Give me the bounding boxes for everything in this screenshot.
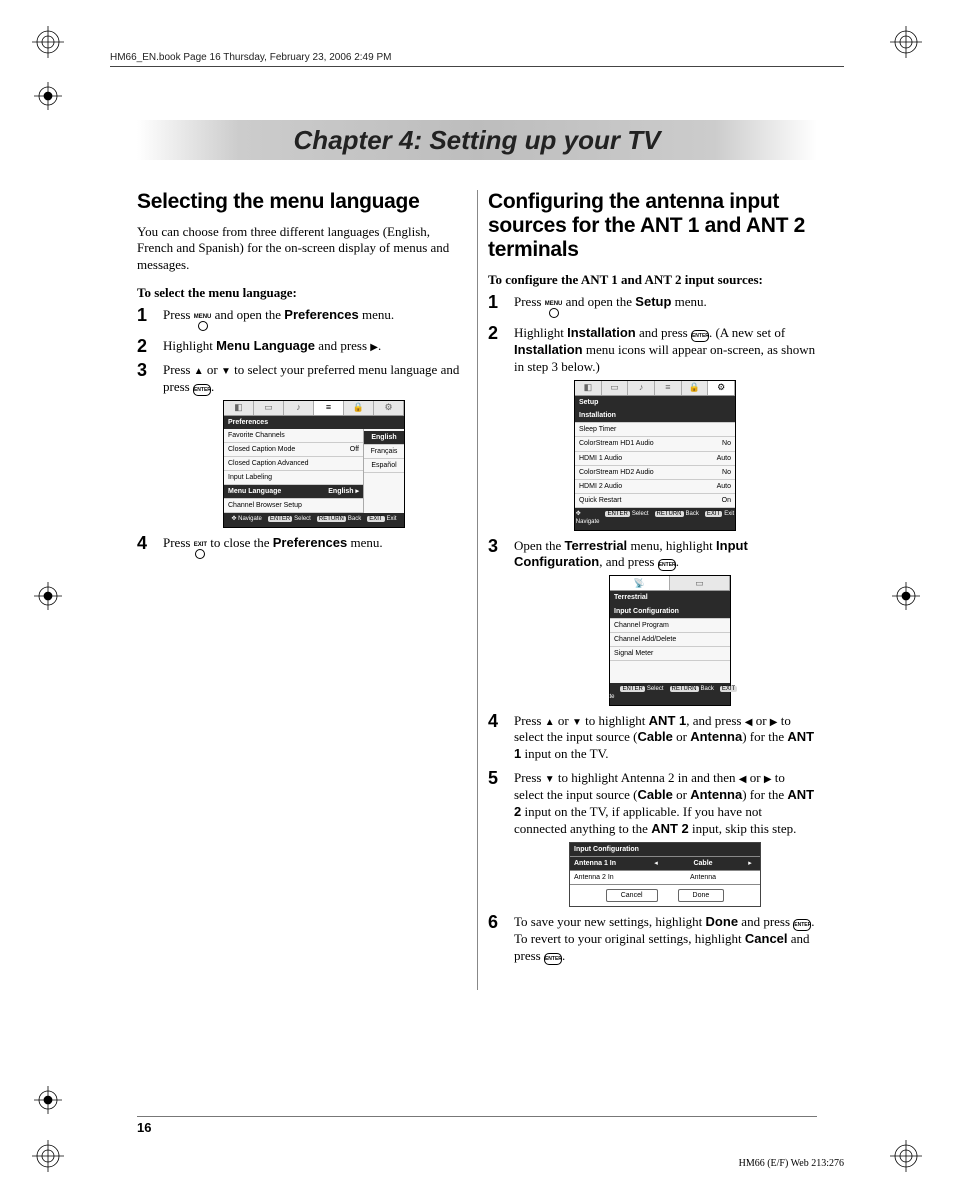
osd-title: Preferences bbox=[224, 416, 404, 429]
osd-tab-icon: ⚙ bbox=[708, 381, 735, 395]
osd-input-configuration: Input Configuration Antenna 1 In ◂ Cable… bbox=[569, 842, 761, 907]
down-arrow-icon: ▼ bbox=[221, 365, 231, 378]
osd-tab-icon: ⚙ bbox=[374, 401, 404, 415]
enter-button-icon: ENTER bbox=[793, 919, 811, 931]
down-arrow-icon: ▼ bbox=[572, 716, 582, 729]
step: Press ▲ or ▼ to select your preferred me… bbox=[137, 362, 466, 528]
osd-terrestrial: 📡 ▭ Terrestrial Input Configuration Chan… bbox=[609, 575, 731, 705]
down-arrow-icon: ▼ bbox=[545, 773, 555, 786]
osd-list: Favorite Channels Closed Caption ModeOff… bbox=[224, 429, 363, 514]
footer-code: HM66 (E/F) Web 213:276 bbox=[739, 1158, 844, 1169]
osd-tab-icon: 🔒 bbox=[682, 381, 709, 395]
step: To save your new settings, highlight Don… bbox=[488, 914, 817, 965]
chapter-title: Chapter 4: Setting up your TV bbox=[137, 120, 817, 160]
osd-tab-icon: ◧ bbox=[224, 401, 254, 415]
osd-tab-icon: ♪ bbox=[284, 401, 314, 415]
page: HM66_EN.book Page 16 Thursday, February … bbox=[0, 0, 954, 1193]
columns: Selecting the menu language You can choo… bbox=[137, 180, 817, 972]
col-left: Selecting the menu language You can choo… bbox=[137, 180, 466, 972]
done-button: Done bbox=[678, 889, 725, 902]
osd-tab-icon: ◧ bbox=[575, 381, 602, 395]
osd-side: English Français Español bbox=[363, 429, 404, 514]
osd-preferences: ◧ ▭ ♪ ≡ 🔒 ⚙ Preferences Favorite Channel… bbox=[223, 400, 405, 528]
enter-button-icon: ENTER bbox=[544, 953, 562, 965]
step: Press MENU and open the Preferences menu… bbox=[137, 307, 466, 331]
step: Press EXIT to close the Preferences menu… bbox=[137, 535, 466, 559]
page-number: 16 bbox=[137, 1120, 151, 1135]
osd-navbar: ✥ Navigate ENTERSelect RETURNBack EXITEx… bbox=[224, 513, 404, 527]
up-arrow-icon: ▲ bbox=[194, 365, 204, 378]
running-header: HM66_EN.book Page 16 Thursday, February … bbox=[110, 52, 844, 63]
footer-rule bbox=[137, 1116, 817, 1117]
section-heading-right: Configuring the antenna input sources fo… bbox=[488, 190, 817, 262]
col-right: Configuring the antenna input sources fo… bbox=[488, 180, 817, 972]
enter-button-icon: ENTER bbox=[658, 559, 676, 571]
enter-button-icon: ENTER bbox=[691, 330, 709, 342]
subhead-right: To configure the ANT 1 and ANT 2 input s… bbox=[488, 272, 817, 288]
osd-tab-icon: 📡 bbox=[610, 576, 670, 590]
enter-button-icon: ENTER bbox=[193, 384, 211, 396]
step: Press ▼ to highlight Antenna 2 in and th… bbox=[488, 770, 817, 907]
osd-tab-icon: ≡ bbox=[314, 401, 344, 415]
right-arrow-icon: ▶ bbox=[764, 773, 772, 786]
osd-tab-icon: 🔒 bbox=[344, 401, 374, 415]
exit-button-icon: EXIT bbox=[194, 542, 207, 559]
osd-tab-icon: ▭ bbox=[602, 381, 629, 395]
steps-right: Press MENU and open the Setup menu. High… bbox=[488, 294, 817, 965]
step: Open the Terrestrial menu, highlight Inp… bbox=[488, 538, 817, 706]
osd-tab-icon: ▭ bbox=[670, 576, 730, 590]
right-arrow-icon: ▶ bbox=[370, 341, 378, 354]
intro-left: You can choose from three different lang… bbox=[137, 224, 466, 273]
cancel-button: Cancel bbox=[606, 889, 658, 902]
subhead-left: To select the menu language: bbox=[137, 285, 466, 301]
osd-tab-icon: ▭ bbox=[254, 401, 284, 415]
step: Press ▲ or ▼ to highlight ANT 1, and pre… bbox=[488, 713, 817, 764]
step: Highlight Installation and press ENTER. … bbox=[488, 325, 817, 530]
osd-tab-icon: ≡ bbox=[655, 381, 682, 395]
up-arrow-icon: ▲ bbox=[545, 716, 555, 729]
menu-button-icon: MENU bbox=[545, 301, 563, 318]
step: Highlight Menu Language and press ▶. bbox=[137, 338, 466, 355]
osd-setup: ◧ ▭ ♪ ≡ 🔒 ⚙ Setup Installation Sleep Tim… bbox=[574, 380, 736, 530]
header-rule bbox=[110, 66, 844, 67]
step: Press MENU and open the Setup menu. bbox=[488, 294, 817, 318]
section-heading-left: Selecting the menu language bbox=[137, 190, 466, 214]
steps-left: Press MENU and open the Preferences menu… bbox=[137, 307, 466, 559]
osd-tab-icon: ♪ bbox=[628, 381, 655, 395]
menu-button-icon: MENU bbox=[194, 314, 212, 331]
